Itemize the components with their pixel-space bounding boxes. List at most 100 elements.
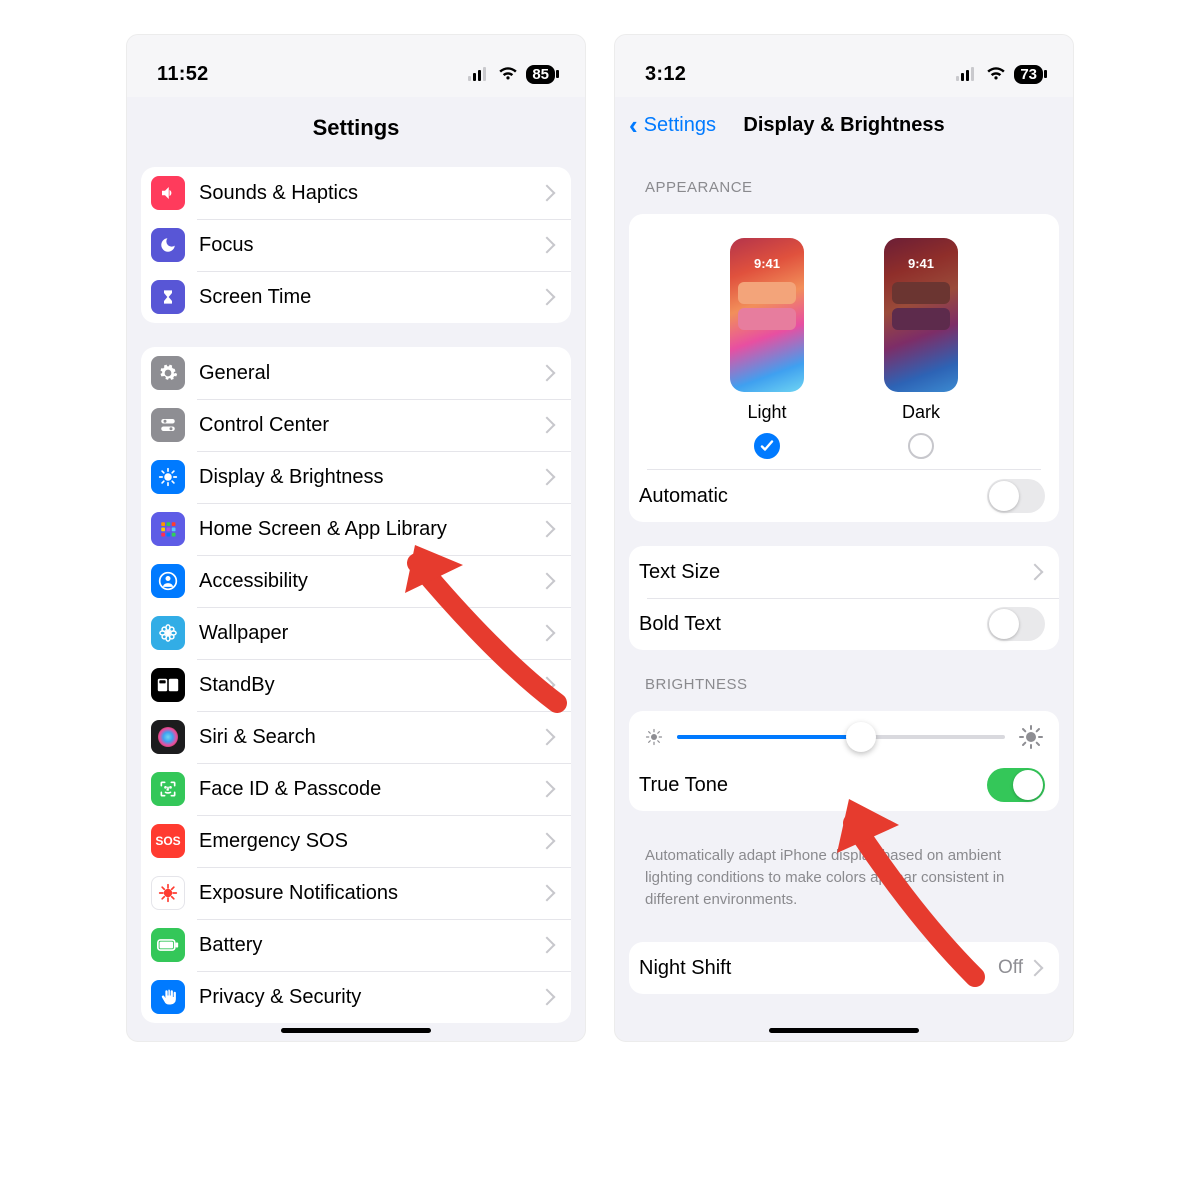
row-automatic[interactable]: Automatic: [629, 470, 1059, 522]
settings-row-sos[interactable]: SOSEmergency SOS: [141, 815, 571, 867]
bold-text-label: Bold Text: [639, 613, 987, 636]
back-button[interactable]: ‹ Settings: [629, 112, 716, 138]
chevron-right-icon: [539, 781, 556, 798]
radio-light[interactable]: [754, 433, 780, 459]
row-label: Home Screen & App Library: [199, 518, 541, 541]
appearance-options: 9:41 Light 9:41 Dark: [629, 214, 1059, 469]
sun-max-icon: [1019, 725, 1043, 749]
back-label: Settings: [644, 114, 716, 137]
brightness-group: True Tone: [629, 711, 1059, 811]
settings-row-flower[interactable]: Wallpaper: [141, 607, 571, 659]
settings-row-toggles[interactable]: Control Center: [141, 399, 571, 451]
chevron-right-icon: [539, 677, 556, 694]
night-shift-group: Night Shift Off: [629, 942, 1059, 994]
row-label: Exposure Notifications: [199, 882, 541, 905]
settings-row-speaker[interactable]: Sounds & Haptics: [141, 167, 571, 219]
row-label: Privacy & Security: [199, 986, 541, 1009]
hourglass-icon: [151, 280, 185, 314]
settings-row-faceid[interactable]: Face ID & Passcode: [141, 763, 571, 815]
settings-row-hand[interactable]: Privacy & Security: [141, 971, 571, 1023]
chevron-right-icon: [539, 937, 556, 954]
row-label: Focus: [199, 234, 541, 257]
chevron-right-icon: [539, 185, 556, 202]
person-icon: [151, 564, 185, 598]
chevron-right-icon: [1027, 960, 1044, 977]
speaker-icon: [151, 176, 185, 210]
settings-row-sun[interactable]: Display & Brightness: [141, 451, 571, 503]
status-indicators: 73: [956, 65, 1043, 84]
light-thumbnail: 9:41: [730, 238, 804, 392]
settings-row-hourglass[interactable]: Screen Time: [141, 271, 571, 323]
nav-title: Settings: [127, 97, 585, 157]
chevron-right-icon: [539, 237, 556, 254]
status-bar: 3:12 73: [615, 35, 1073, 97]
hand-icon: [151, 980, 185, 1014]
settings-row-battery[interactable]: Battery: [141, 919, 571, 971]
chevron-right-icon: [539, 365, 556, 382]
sun-min-icon: [645, 728, 663, 746]
sun-icon: [151, 460, 185, 494]
settings-row-person[interactable]: Accessibility: [141, 555, 571, 607]
settings-row-gear[interactable]: General: [141, 347, 571, 399]
chevron-right-icon: [539, 729, 556, 746]
row-true-tone[interactable]: True Tone: [629, 759, 1059, 811]
row-bold-text[interactable]: Bold Text: [629, 598, 1059, 650]
chevron-right-icon: [539, 625, 556, 642]
row-label: Battery: [199, 934, 541, 957]
check-icon: [760, 439, 774, 453]
cellular-icon: [468, 67, 490, 81]
chevron-right-icon: [1027, 564, 1044, 581]
appearance-group: 9:41 Light 9:41 Dark: [629, 214, 1059, 522]
home-indicator[interactable]: [769, 1028, 919, 1033]
settings-row-siri[interactable]: Siri & Search: [141, 711, 571, 763]
chevron-right-icon: [539, 833, 556, 850]
phone-display-brightness: 3:12 73 ‹ Settings Display & Brightness …: [614, 34, 1074, 1042]
appearance-option-light[interactable]: 9:41 Light: [730, 238, 804, 459]
true-tone-note: Automatically adapt iPhone display based…: [615, 835, 1073, 932]
wifi-icon: [498, 67, 518, 81]
wifi-icon: [986, 67, 1006, 81]
row-night-shift[interactable]: Night Shift Off: [629, 942, 1059, 994]
automatic-toggle[interactable]: [987, 479, 1045, 513]
status-indicators: 85: [468, 65, 555, 84]
dark-label: Dark: [884, 402, 958, 423]
standby-icon: [151, 668, 185, 702]
row-label: Face ID & Passcode: [199, 778, 541, 801]
chevron-left-icon: ‹: [629, 112, 638, 138]
faceid-icon: [151, 772, 185, 806]
brightness-slider-row: [629, 711, 1059, 759]
grid-icon: [151, 512, 185, 546]
settings-row-moon[interactable]: Focus: [141, 219, 571, 271]
text-group: Text Size Bold Text: [629, 546, 1059, 650]
brightness-slider[interactable]: [677, 735, 1005, 739]
row-label: General: [199, 362, 541, 385]
true-tone-toggle[interactable]: [987, 768, 1045, 802]
automatic-label: Automatic: [639, 485, 987, 508]
phone-settings-root: 11:52 85 Settings Sounds & Haptics Focus S…: [126, 34, 586, 1042]
home-indicator[interactable]: [281, 1028, 431, 1033]
row-text-size[interactable]: Text Size: [629, 546, 1059, 598]
row-label: Emergency SOS: [199, 830, 541, 853]
brightness-header: BRIGHTNESS: [615, 676, 1073, 701]
row-label: Control Center: [199, 414, 541, 437]
appearance-option-dark[interactable]: 9:41 Dark: [884, 238, 958, 459]
row-label: Accessibility: [199, 570, 541, 593]
night-shift-value: Off: [998, 957, 1023, 979]
slider-thumb[interactable]: [846, 722, 876, 752]
true-tone-label: True Tone: [639, 774, 987, 797]
bold-text-toggle[interactable]: [987, 607, 1045, 641]
settings-row-standby[interactable]: StandBy: [141, 659, 571, 711]
chevron-right-icon: [539, 417, 556, 434]
settings-row-virus[interactable]: Exposure Notifications: [141, 867, 571, 919]
battery-indicator: 85: [526, 65, 555, 84]
settings-row-grid[interactable]: Home Screen & App Library: [141, 503, 571, 555]
row-label: Siri & Search: [199, 726, 541, 749]
status-bar: 11:52 85: [127, 35, 585, 97]
night-shift-label: Night Shift: [639, 957, 998, 980]
chevron-right-icon: [539, 989, 556, 1006]
dark-thumbnail: 9:41: [884, 238, 958, 392]
radio-dark[interactable]: [908, 433, 934, 459]
row-label: StandBy: [199, 674, 541, 697]
light-label: Light: [730, 402, 804, 423]
text-size-label: Text Size: [639, 561, 1029, 584]
